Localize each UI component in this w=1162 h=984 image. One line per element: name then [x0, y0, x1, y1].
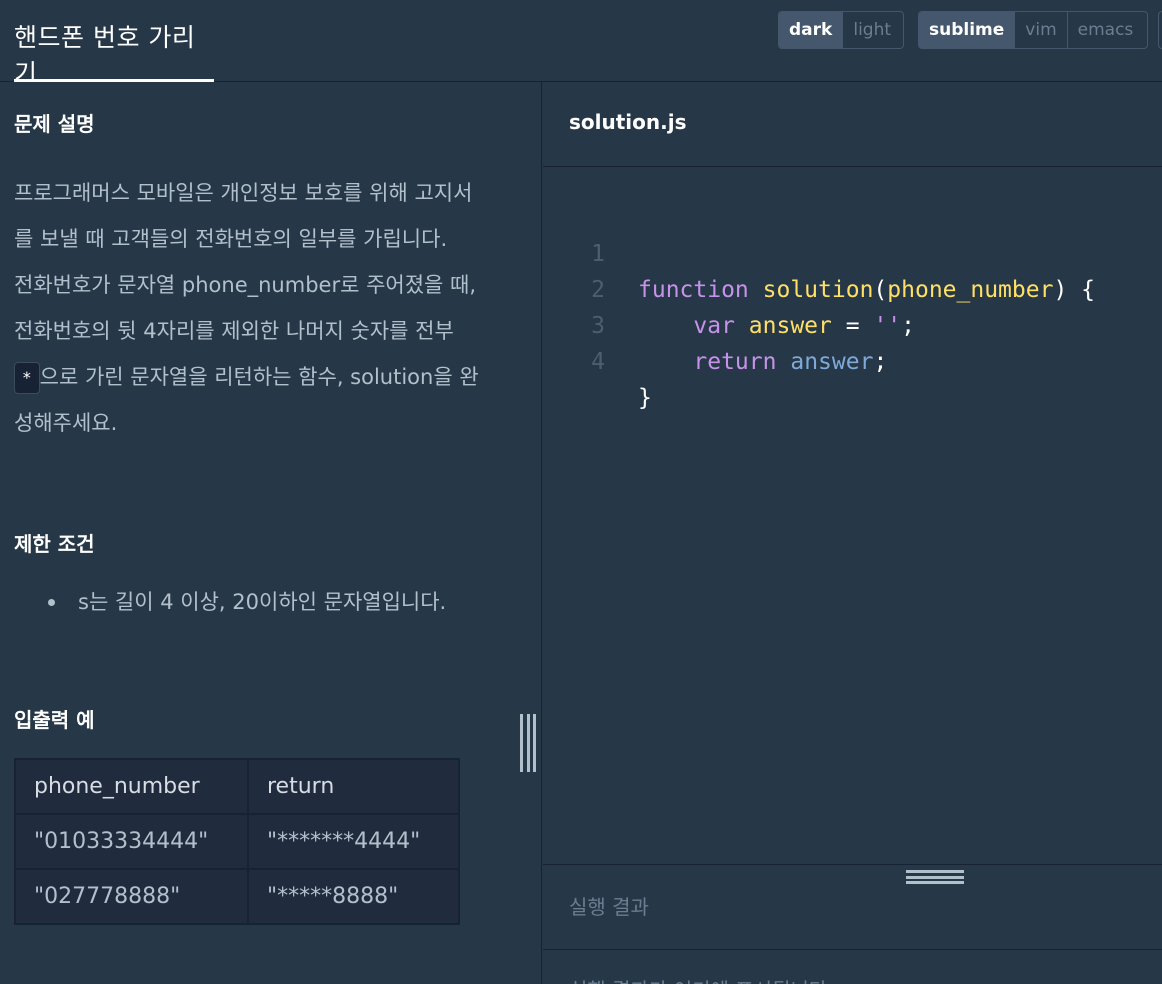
description-text: 전화번호가 문자열 phone_number로 주어졌을 때, 전화번호의 뒷 … [14, 273, 477, 343]
description-heading: 문제 설명 [14, 112, 95, 136]
file-tab[interactable]: solution.js [543, 82, 1162, 167]
function-name-token: solution [762, 277, 874, 303]
problem-panel: 문제 설명 프로그래머스 모바일은 개인정보 보호를 위해 고지서를 보낼 때 … [0, 82, 542, 984]
problem-title-tab[interactable]: 핸드폰 번호 가리기 [14, 0, 214, 88]
punct-token: ; [873, 349, 888, 375]
keymap-emacs-option[interactable]: emacs [1066, 12, 1144, 48]
file-name: solution.js [569, 110, 687, 134]
app: 핸드폰 번호 가리기 dark light sublime vim emacs … [0, 0, 1162, 984]
table-cell: "027778888" [14, 868, 249, 925]
description-text: 으로 가린 문자열을 리턴하는 함수, solution을 완성해주세요. [14, 365, 479, 435]
keymap-sublime-option[interactable]: sublime [919, 12, 1015, 48]
result-label: 실행 결과 [569, 895, 649, 919]
io-example-heading: 입출력 예 [14, 708, 95, 732]
line-number: 4 [591, 349, 605, 375]
punct-token: } [638, 385, 652, 411]
constraint-item: s는 길이 4 이상, 20이하인 문자열입니다. [40, 582, 480, 622]
identifier-token: answer [790, 349, 874, 375]
keyword-token: function [638, 277, 749, 303]
punct-token: ( [873, 277, 888, 303]
constraints-heading: 제한 조건 [14, 532, 95, 556]
code-line: 3 return answer; [543, 272, 887, 375]
asterisk-code: * [14, 362, 40, 394]
result-header: 실행 결과 [543, 864, 1162, 950]
punct-token: ; [901, 313, 915, 339]
string-token: '' [873, 313, 902, 339]
theme-toggle: dark light [778, 11, 904, 49]
table-header-cell: return [247, 758, 460, 815]
param-token: phone_number [887, 277, 1054, 303]
header: 핸드폰 번호 가리기 dark light sublime vim emacs [0, 0, 1162, 88]
keymap-toggle: sublime vim emacs [918, 11, 1148, 49]
theme-dark-option[interactable]: dark [779, 12, 843, 48]
extra-toolbar-control[interactable] [1158, 11, 1162, 49]
code-editor[interactable]: 1 function solution(phone_number) { 2 va… [543, 168, 1162, 864]
table-header-cell: phone_number [14, 758, 249, 815]
description-paragraph-2: 전화번호가 문자열 phone_number로 주어졌을 때, 전화번호의 뒷 … [14, 262, 484, 446]
table-cell: "*******4444" [247, 813, 460, 870]
editor-panel: solution.js 1 function solution(phone_nu… [543, 82, 1162, 984]
table-row: "01033334444" "*******4444" [14, 813, 460, 870]
page-title: 핸드폰 번호 가리기 [14, 23, 196, 88]
constraints-list: s는 길이 4 이상, 20이하인 문자열입니다. [40, 582, 480, 622]
punct-token: ) { [1053, 277, 1095, 303]
table-row: "027778888" "*****8888" [14, 868, 460, 925]
theme-light-option[interactable]: light [842, 12, 901, 48]
operator-token: = [831, 313, 874, 339]
description-paragraph-1: 프로그래머스 모바일은 개인정보 보호를 위해 고지서를 보낼 때 고객들의 전… [14, 181, 473, 251]
problem-description: 프로그래머스 모바일은 개인정보 보호를 위해 고지서를 보낼 때 고객들의 전… [14, 170, 484, 446]
keyword-token: return [693, 349, 777, 375]
vertical-resize-handle[interactable] [520, 714, 536, 772]
io-example-table: phone_number return "01033334444" "*****… [14, 758, 460, 925]
code-line: 2 var answer = ''; [543, 236, 915, 339]
table-cell: "*****8888" [247, 868, 460, 925]
result-output: 실행 결과가 여기에 표시됩니다. [569, 974, 834, 984]
table-header-row: phone_number return [14, 758, 460, 815]
keyword-token: var [693, 313, 735, 339]
table-cell: "01033334444" [14, 813, 249, 870]
code-line: 1 function solution(phone_number) { [543, 200, 1095, 303]
code-line: 4 } [543, 308, 654, 411]
identifier-token: answer [748, 313, 832, 339]
horizontal-resize-handle[interactable] [906, 870, 964, 884]
keymap-vim-option[interactable]: vim [1014, 12, 1066, 48]
